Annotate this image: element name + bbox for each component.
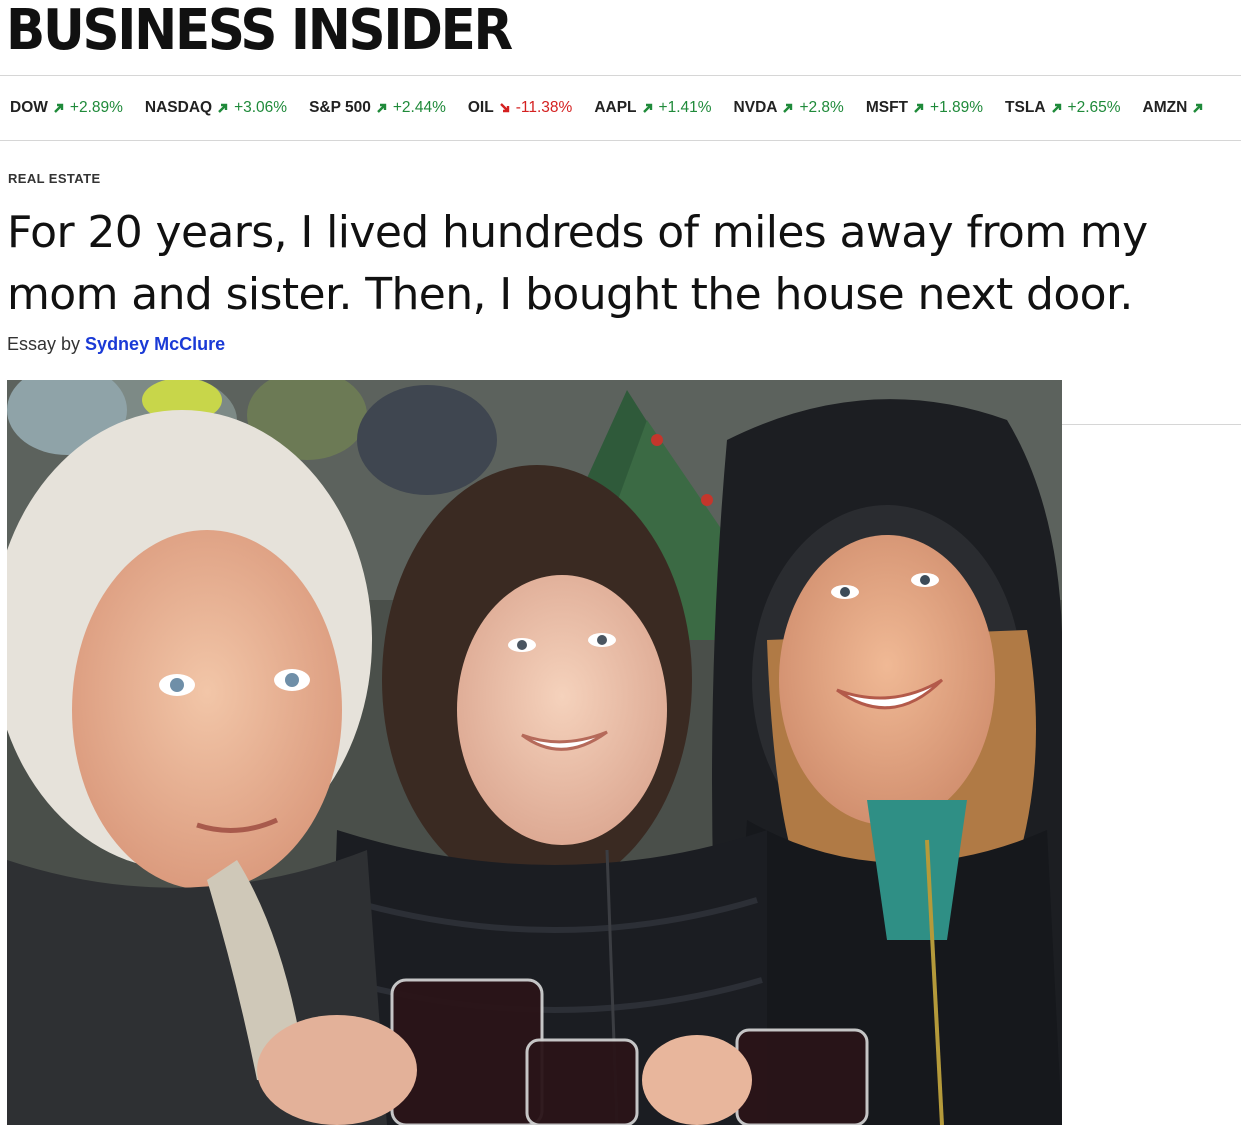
ticker-item[interactable]: AAPL +1.41% bbox=[594, 98, 711, 118]
market-ticker: DOW +2.89% NASDAQ +3.06% S&P 500 +2.44% … bbox=[0, 78, 1241, 140]
arrow-up-icon bbox=[1193, 103, 1203, 113]
ticker-change: +2.65% bbox=[1067, 99, 1121, 116]
ticker-divider bbox=[0, 140, 1241, 141]
byline: Essay by Sydney McClure bbox=[7, 334, 225, 355]
ticker-symbol: DOW bbox=[10, 99, 48, 116]
article-headline: For 20 years, I lived hundreds of miles … bbox=[7, 207, 1148, 320]
arrow-up-icon bbox=[54, 103, 64, 113]
ticker-item[interactable]: MSFT +1.89% bbox=[866, 98, 983, 118]
arrow-up-icon bbox=[218, 103, 228, 113]
ticker-symbol: AAPL bbox=[594, 99, 637, 116]
ticker-symbol: AMZN bbox=[1142, 99, 1188, 116]
arrow-up-icon bbox=[1051, 103, 1061, 113]
arrow-up-icon bbox=[914, 103, 924, 113]
arrow-down-icon bbox=[499, 103, 509, 113]
ticker-item[interactable]: S&P 500 +2.44% bbox=[309, 98, 446, 118]
ticker-item[interactable]: NVDA +2.8% bbox=[734, 98, 844, 118]
ticker-item[interactable]: AMZN bbox=[1143, 98, 1210, 118]
ticker-change: +2.44% bbox=[392, 99, 446, 116]
author-link[interactable]: Sydney McClure bbox=[85, 334, 225, 354]
site-logo[interactable]: BUSINESS INSIDER bbox=[6, 0, 513, 64]
ticker-change: +1.41% bbox=[658, 99, 712, 116]
ticker-symbol: NASDAQ bbox=[144, 99, 213, 116]
article-category[interactable]: REAL ESTATE bbox=[8, 171, 101, 186]
ticker-symbol: TSLA bbox=[1005, 99, 1046, 116]
arrow-up-icon bbox=[783, 103, 793, 113]
ticker-item[interactable]: DOW +2.89% bbox=[10, 98, 123, 118]
hero-photo bbox=[7, 380, 1062, 1125]
content-divider bbox=[1062, 424, 1241, 425]
ticker-symbol: NVDA bbox=[733, 99, 778, 116]
ticker-symbol: S&P 500 bbox=[309, 99, 371, 116]
ticker-item[interactable]: NASDAQ +3.06% bbox=[145, 98, 287, 118]
ticker-symbol: MSFT bbox=[865, 99, 909, 116]
ticker-change: +3.06% bbox=[234, 99, 288, 116]
arrow-up-icon bbox=[642, 103, 652, 113]
arrow-up-icon bbox=[377, 103, 387, 113]
ticker-item[interactable]: OIL -11.38% bbox=[468, 98, 572, 118]
ticker-change: +2.8% bbox=[799, 99, 844, 116]
ticker-change: -11.38% bbox=[515, 99, 573, 116]
ticker-change: +1.89% bbox=[930, 99, 984, 116]
ticker-change: +2.89% bbox=[69, 99, 123, 116]
header-divider bbox=[0, 75, 1241, 76]
hero-photo-illustration bbox=[7, 380, 1062, 1125]
ticker-symbol: OIL bbox=[467, 99, 494, 116]
byline-prefix: Essay by bbox=[7, 334, 81, 354]
ticker-item[interactable]: TSLA +2.65% bbox=[1005, 98, 1120, 118]
